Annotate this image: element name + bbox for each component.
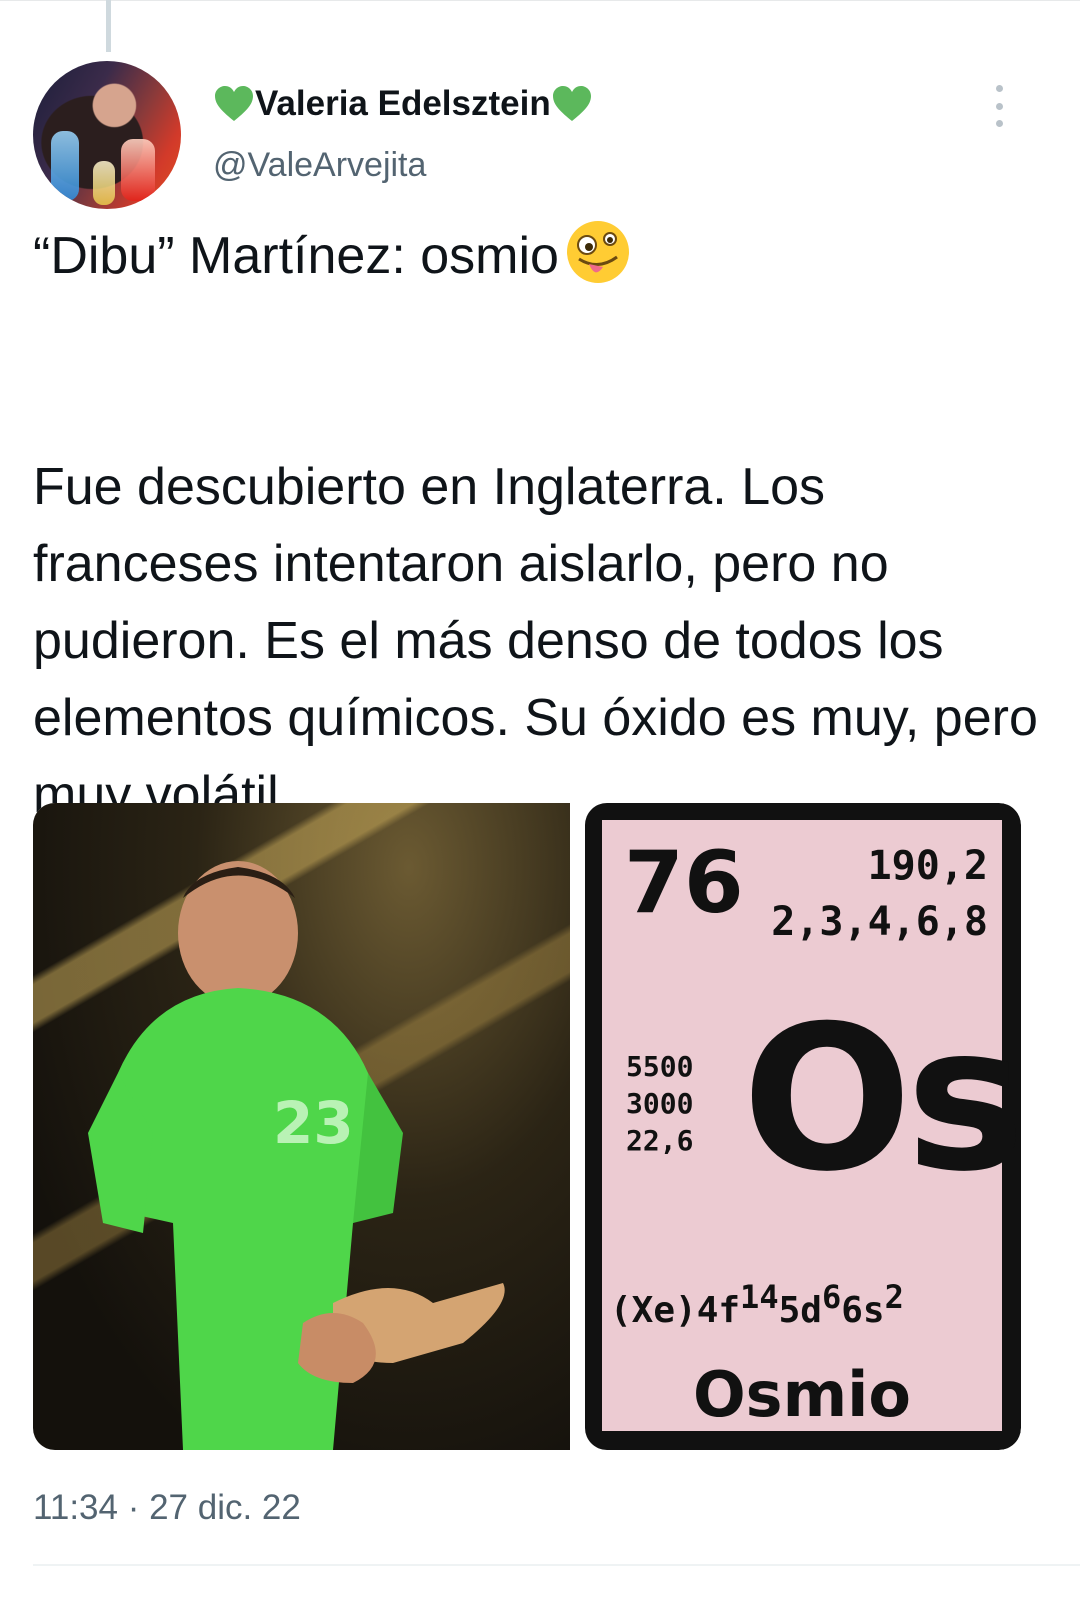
- avatar-tube-blue: [51, 131, 79, 201]
- config-end: 6s: [841, 1290, 885, 1331]
- element-symbol: Os: [742, 983, 1021, 1216]
- goalkeeper-photo[interactable]: 23: [33, 803, 570, 1450]
- tweet-text-line1: “Dibu” Martínez: osmio: [33, 227, 559, 285]
- config-base: (Xe)4f: [610, 1290, 741, 1331]
- author-display-name: Valeria Edelsztein: [255, 84, 551, 123]
- more-options-button[interactable]: [984, 85, 1014, 127]
- element-name: Osmio: [692, 1358, 912, 1431]
- green-heart-icon: [215, 86, 253, 121]
- tweet-timestamp[interactable]: 11:34 · 27 dic. 22: [33, 1486, 301, 1530]
- config-sup-1: 14: [740, 1278, 779, 1316]
- boiling-point: 5500: [626, 1050, 694, 1083]
- more-vertical-icon: [995, 120, 1003, 127]
- melting-point: 3000: [626, 1087, 694, 1120]
- green-heart-icon: [552, 86, 591, 121]
- physical-properties: 5500 3000 22,6: [626, 1048, 693, 1159]
- electron-configuration: (Xe)4f145d66s2: [610, 1272, 904, 1336]
- config-sup-3: 2: [884, 1278, 904, 1316]
- author-handle[interactable]: @ValeArvejita: [213, 144, 426, 186]
- bottom-divider: [33, 1564, 1080, 1566]
- atomic-number: 76: [624, 833, 744, 933]
- avatar[interactable]: [33, 61, 181, 209]
- svg-text:23: 23: [273, 1089, 354, 1157]
- density: 22,6: [626, 1124, 694, 1157]
- config-sup-2: 6: [821, 1278, 842, 1316]
- atomic-mass: 190,2: [867, 843, 988, 889]
- zany-face-icon: [566, 221, 629, 283]
- more-vertical-icon: [995, 85, 1003, 92]
- media-grid[interactable]: 23 76 190,2 2,3,4,6,8 5500 3000 22,6 Os …: [33, 803, 1021, 1450]
- thread-connector-line: [106, 0, 111, 52]
- goalkeeper-illustration: 23: [88, 861, 505, 1450]
- config-mid: 5d: [778, 1290, 822, 1331]
- avatar-tube-yellow: [93, 161, 115, 205]
- more-vertical-icon: [995, 102, 1003, 110]
- element-card-face: 76 190,2 2,3,4,6,8 5500 3000 22,6 Os (Xe…: [599, 817, 1021, 1434]
- tweet-text: “Dibu” Martínez: osmio Fue descubierto e…: [33, 218, 1053, 834]
- top-divider: [0, 0, 1080, 1]
- periodic-element-card[interactable]: 76 190,2 2,3,4,6,8 5500 3000 22,6 Os (Xe…: [585, 803, 1021, 1450]
- oxidation-states: 2,3,4,6,8: [771, 899, 988, 945]
- avatar-tube-red: [121, 139, 155, 201]
- tweet-body: Fue descubierto en Inglaterra. Los franc…: [33, 458, 1053, 824]
- author-name-row[interactable]: Valeria Edelsztein: [213, 82, 593, 126]
